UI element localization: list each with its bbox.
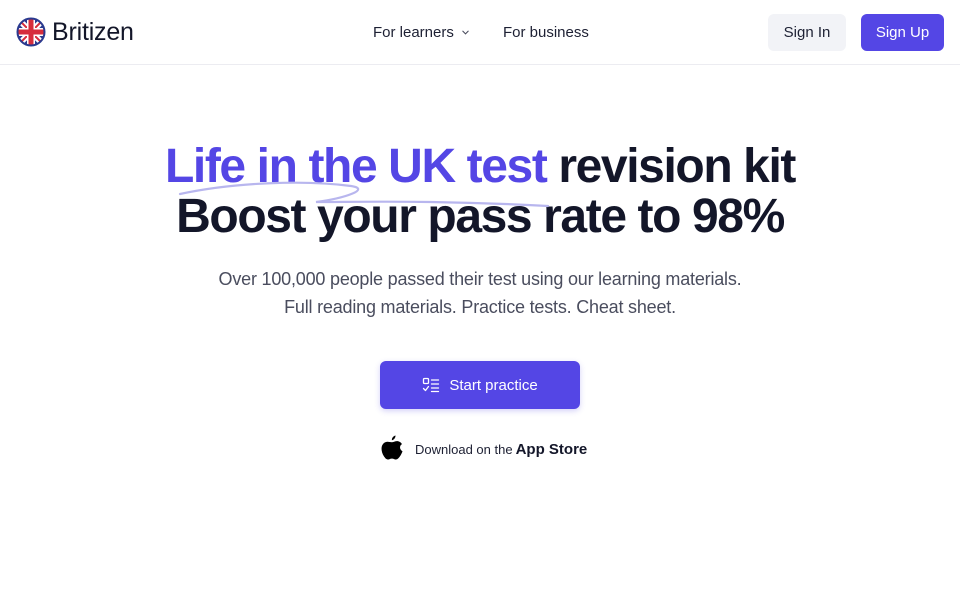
hero-subtitle-2: Full reading materials. Practice tests. …: [284, 297, 676, 317]
uk-flag-icon: [16, 17, 46, 47]
start-practice-label: Start practice: [449, 376, 538, 394]
brand-logo[interactable]: Britizen: [16, 17, 134, 47]
hero-title-line-2: Boost your pass rate to 98%: [176, 190, 785, 243]
site-header: Britizen For learners For business Sign …: [0, 0, 960, 65]
app-store-link[interactable]: Download on the App Store: [378, 432, 587, 466]
brand-name: Britizen: [52, 18, 134, 46]
nav-for-learners[interactable]: For learners: [373, 0, 470, 64]
hero-title: Life in the UK test revision kit Boost y…: [0, 142, 960, 242]
checklist-icon: [423, 377, 440, 393]
hero-title-line-1: Life in the UK test revision kit: [0, 142, 960, 192]
hero-subtitle-1: Over 100,000 people passed their test us…: [218, 269, 742, 289]
sign-in-button[interactable]: Sign In: [768, 14, 846, 51]
apple-icon: [381, 435, 403, 460]
app-store-name: App Store: [515, 440, 588, 458]
sign-up-button[interactable]: Sign Up: [861, 14, 944, 51]
start-practice-button[interactable]: Start practice: [380, 361, 580, 409]
app-store-prefix: Download on the: [415, 441, 513, 457]
hero-title-highlight: Life in the UK test: [164, 140, 548, 193]
hero-title-rest: revision kit: [546, 140, 796, 193]
chevron-down-icon: [462, 30, 469, 35]
nav-for-business-label: For business: [503, 23, 589, 41]
nav-for-business[interactable]: For business: [503, 0, 589, 64]
nav-for-learners-label: For learners: [373, 23, 454, 41]
